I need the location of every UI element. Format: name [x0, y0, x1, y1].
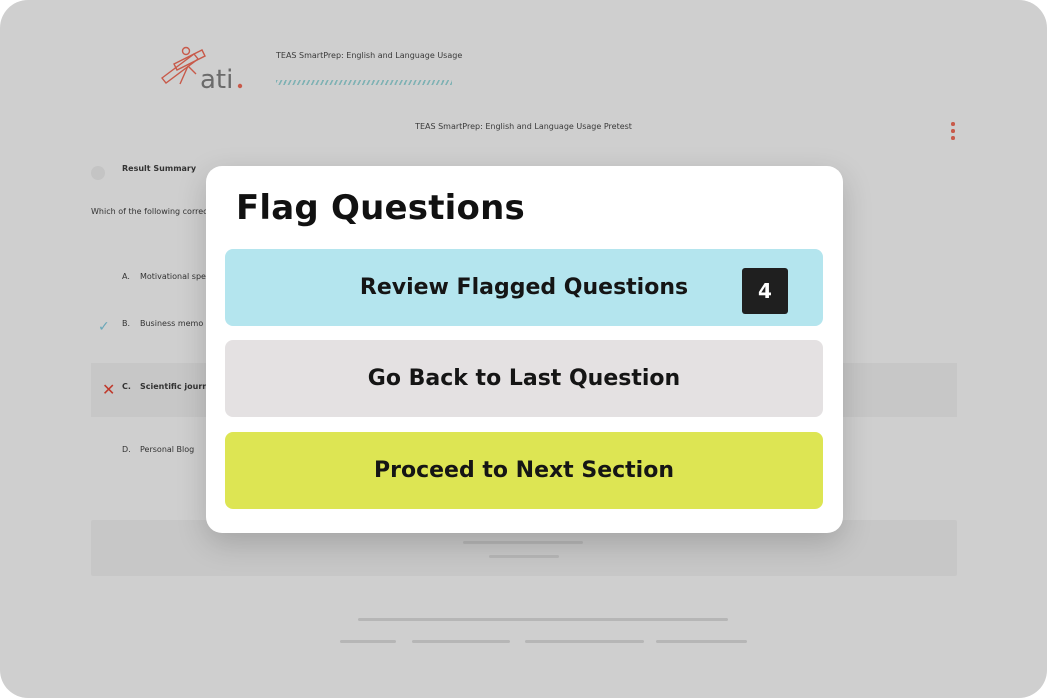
answer-letter: A.	[122, 272, 130, 281]
screen-frame: ati TEAS SmartPrep: English and Language…	[0, 0, 1047, 698]
proceed-to-next-section-button[interactable]: Proceed to Next Section	[225, 432, 823, 509]
course-progress-bar	[276, 80, 452, 85]
ati-logo-text: ati	[200, 65, 233, 94]
course-title: TEAS SmartPrep: English and Language Usa…	[276, 51, 463, 60]
review-flagged-questions-button[interactable]: Review Flagged Questions 4	[225, 249, 823, 326]
go-back-label: Go Back to Last Question	[367, 366, 681, 391]
placeholder-link	[656, 640, 747, 643]
pretest-title: TEAS SmartPrep: English and Language Usa…	[415, 122, 632, 131]
checkmark-icon: ✓	[98, 319, 110, 335]
placeholder-line	[489, 555, 559, 558]
placeholder-line	[463, 541, 583, 544]
answer-letter: C.	[122, 382, 131, 391]
ati-logo: ati	[158, 44, 248, 95]
answer-option-a[interactable]: A. Motivational spee	[122, 272, 211, 281]
answer-text: Motivational spee	[140, 272, 211, 281]
result-summary-label: Result Summary	[122, 164, 197, 173]
answer-option-c[interactable]: C. Scientific journal	[122, 382, 216, 391]
answer-letter: D.	[122, 445, 131, 454]
answer-text: Personal Blog	[140, 445, 195, 454]
answer-letter: B.	[122, 319, 131, 328]
answer-text: Business memo	[140, 319, 204, 328]
go-back-to-last-question-button[interactable]: Go Back to Last Question	[225, 340, 823, 417]
kebab-menu-icon[interactable]	[946, 120, 960, 142]
x-mark-icon: ✕	[102, 380, 116, 399]
dialog-title: Flag Questions	[236, 188, 525, 228]
placeholder-link	[340, 640, 396, 643]
review-flagged-questions-label: Review Flagged Questions	[359, 275, 689, 300]
flag-questions-dialog: Flag Questions Review Flagged Questions …	[206, 166, 843, 533]
placeholder-link	[525, 640, 644, 643]
result-summary-toggle[interactable]	[91, 166, 105, 180]
question-prompt: Which of the following correctly	[91, 207, 218, 216]
answer-option-d[interactable]: D. Personal Blog	[122, 445, 194, 454]
proceed-label: Proceed to Next Section	[373, 458, 674, 483]
flagged-count-badge: 4	[742, 268, 788, 314]
placeholder-line	[358, 618, 728, 621]
answer-option-b[interactable]: B. Business memo	[122, 319, 203, 328]
answer-text: Scientific journal	[140, 382, 217, 391]
placeholder-link	[412, 640, 510, 643]
